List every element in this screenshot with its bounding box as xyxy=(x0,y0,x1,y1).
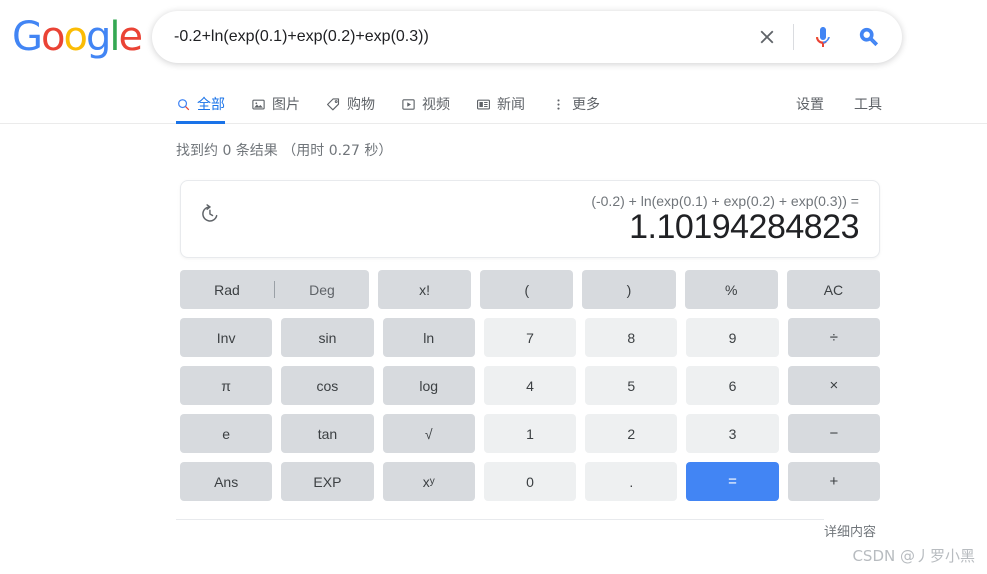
key-9[interactable]: 9 xyxy=(686,318,779,357)
microphone-icon xyxy=(816,27,830,47)
page-header: Google xyxy=(0,0,987,76)
search-submit-button[interactable] xyxy=(846,14,892,60)
search-nav-bar: 全部 图片 购物 视频 新闻 更多 设置 工具 xyxy=(0,84,987,124)
key-3[interactable]: 3 xyxy=(686,414,779,453)
tab-label-news: 新闻 xyxy=(497,97,525,113)
key-power-exponent: y xyxy=(429,476,435,487)
tab-active-underline xyxy=(176,121,225,124)
search-bar xyxy=(152,11,902,63)
key-equals[interactable]: = xyxy=(686,462,779,501)
result-stats: 找到约 0 条结果 （用时 0.27 秒） xyxy=(176,143,393,159)
tab-news[interactable]: 新闻 xyxy=(476,84,525,124)
key-inv[interactable]: Inv xyxy=(180,318,273,357)
logo-letter-g2: g xyxy=(85,14,111,60)
keypad-row: Ans EXP xy 0 . = + xyxy=(180,462,880,501)
logo-letter-o2: o xyxy=(63,14,88,60)
key-open-paren[interactable]: ( xyxy=(480,270,574,309)
tab-images[interactable]: 图片 xyxy=(251,84,300,124)
key-add[interactable]: + xyxy=(787,462,880,501)
tab-label-videos: 视频 xyxy=(422,97,450,113)
close-icon xyxy=(760,30,774,44)
key-factorial[interactable]: x! xyxy=(378,270,472,309)
key-e[interactable]: e xyxy=(180,414,273,453)
key-7[interactable]: 7 xyxy=(483,318,577,357)
key-decimal-point[interactable]: . xyxy=(585,462,678,501)
key-ans[interactable]: Ans xyxy=(180,462,273,501)
image-icon xyxy=(251,97,266,112)
more-vertical-icon xyxy=(551,97,566,112)
tab-label-shopping: 购物 xyxy=(347,97,375,113)
rad-button[interactable]: Rad xyxy=(180,282,274,298)
keypad-row: π cos log 4 5 6 × xyxy=(180,366,880,405)
tab-all[interactable]: 全部 xyxy=(176,84,225,124)
key-sin[interactable]: sin xyxy=(281,318,374,357)
clear-search-button[interactable] xyxy=(747,14,787,60)
key-close-paren[interactable]: ) xyxy=(582,270,676,309)
key-all-clear[interactable]: AC xyxy=(786,270,881,309)
tools-button[interactable]: 工具 xyxy=(854,94,882,114)
logo-letter-g: G xyxy=(12,14,43,60)
key-6[interactable]: 6 xyxy=(686,366,779,405)
footer-divider xyxy=(176,519,824,520)
key-log[interactable]: log xyxy=(382,366,475,405)
key-5[interactable]: 5 xyxy=(585,366,678,405)
key-power[interactable]: xy xyxy=(382,462,475,501)
search-icon xyxy=(859,27,879,47)
nav-right-group: 设置 工具 xyxy=(796,84,882,124)
news-icon xyxy=(476,97,491,112)
key-exp[interactable]: EXP xyxy=(281,462,374,501)
search-input[interactable] xyxy=(152,14,747,60)
key-divide[interactable]: ÷ xyxy=(787,318,880,357)
tab-label-images: 图片 xyxy=(272,97,300,113)
logo-letter-e: e xyxy=(118,14,143,60)
calculator-expression: (-0.2) + ln(exp(0.1) + exp(0.2) + exp(0.… xyxy=(591,193,859,209)
history-icon[interactable] xyxy=(199,203,220,229)
key-2[interactable]: 2 xyxy=(585,414,678,453)
search-icon xyxy=(176,97,191,112)
key-ln[interactable]: ln xyxy=(382,318,475,357)
calculator-result: 1.10194284823 xyxy=(629,208,859,246)
key-1[interactable]: 1 xyxy=(483,414,577,453)
key-0[interactable]: 0 xyxy=(483,462,577,501)
tab-label-more: 更多 xyxy=(572,97,600,113)
key-cos[interactable]: cos xyxy=(281,366,374,405)
logo-letter-l: l xyxy=(109,14,120,60)
rad-deg-toggle[interactable]: Rad Deg xyxy=(180,270,369,309)
tab-videos[interactable]: 视频 xyxy=(401,84,450,124)
details-link[interactable]: 详细内容 xyxy=(824,521,876,540)
watermark: CSDN @丿罗小黑 xyxy=(852,547,975,565)
key-subtract[interactable]: − xyxy=(787,414,880,453)
deg-button[interactable]: Deg xyxy=(275,282,369,298)
key-tan[interactable]: tan xyxy=(281,414,374,453)
logo-letter-o1: o xyxy=(41,14,66,60)
google-logo[interactable]: Google xyxy=(12,14,143,60)
tab-label-all: 全部 xyxy=(197,97,225,113)
calculator-widget: (-0.2) + ln(exp(0.1) + exp(0.2) + exp(0.… xyxy=(180,180,881,501)
search-divider xyxy=(793,24,794,50)
keypad-row: Rad Deg x! ( ) % AC xyxy=(180,270,881,309)
key-percent[interactable]: % xyxy=(684,270,778,309)
key-4[interactable]: 4 xyxy=(483,366,577,405)
video-icon xyxy=(401,97,416,112)
calculator-keypad: Rad Deg x! ( ) % AC Inv sin ln 7 8 9 ÷ π… xyxy=(180,270,881,501)
tab-more[interactable]: 更多 xyxy=(551,84,600,124)
key-sqrt[interactable]: √ xyxy=(382,414,475,453)
keypad-row: e tan √ 1 2 3 − xyxy=(180,414,880,453)
key-pi[interactable]: π xyxy=(180,366,273,405)
tab-shopping[interactable]: 购物 xyxy=(326,84,375,124)
key-power-base: x xyxy=(422,473,430,490)
keypad-row: Inv sin ln 7 8 9 ÷ xyxy=(180,318,880,357)
calculator-display: (-0.2) + ln(exp(0.1) + exp(0.2) + exp(0.… xyxy=(180,180,880,258)
tag-icon xyxy=(326,97,341,112)
voice-search-button[interactable] xyxy=(800,14,846,60)
key-multiply[interactable]: × xyxy=(787,366,880,405)
search-tabs: 全部 图片 购物 视频 新闻 更多 xyxy=(176,84,626,124)
key-8[interactable]: 8 xyxy=(585,318,678,357)
google-search-page: Google -0.2+ln(exp(0.1)+exp(0.2)+exp(0.3… xyxy=(0,0,987,574)
settings-button[interactable]: 设置 xyxy=(796,94,824,114)
